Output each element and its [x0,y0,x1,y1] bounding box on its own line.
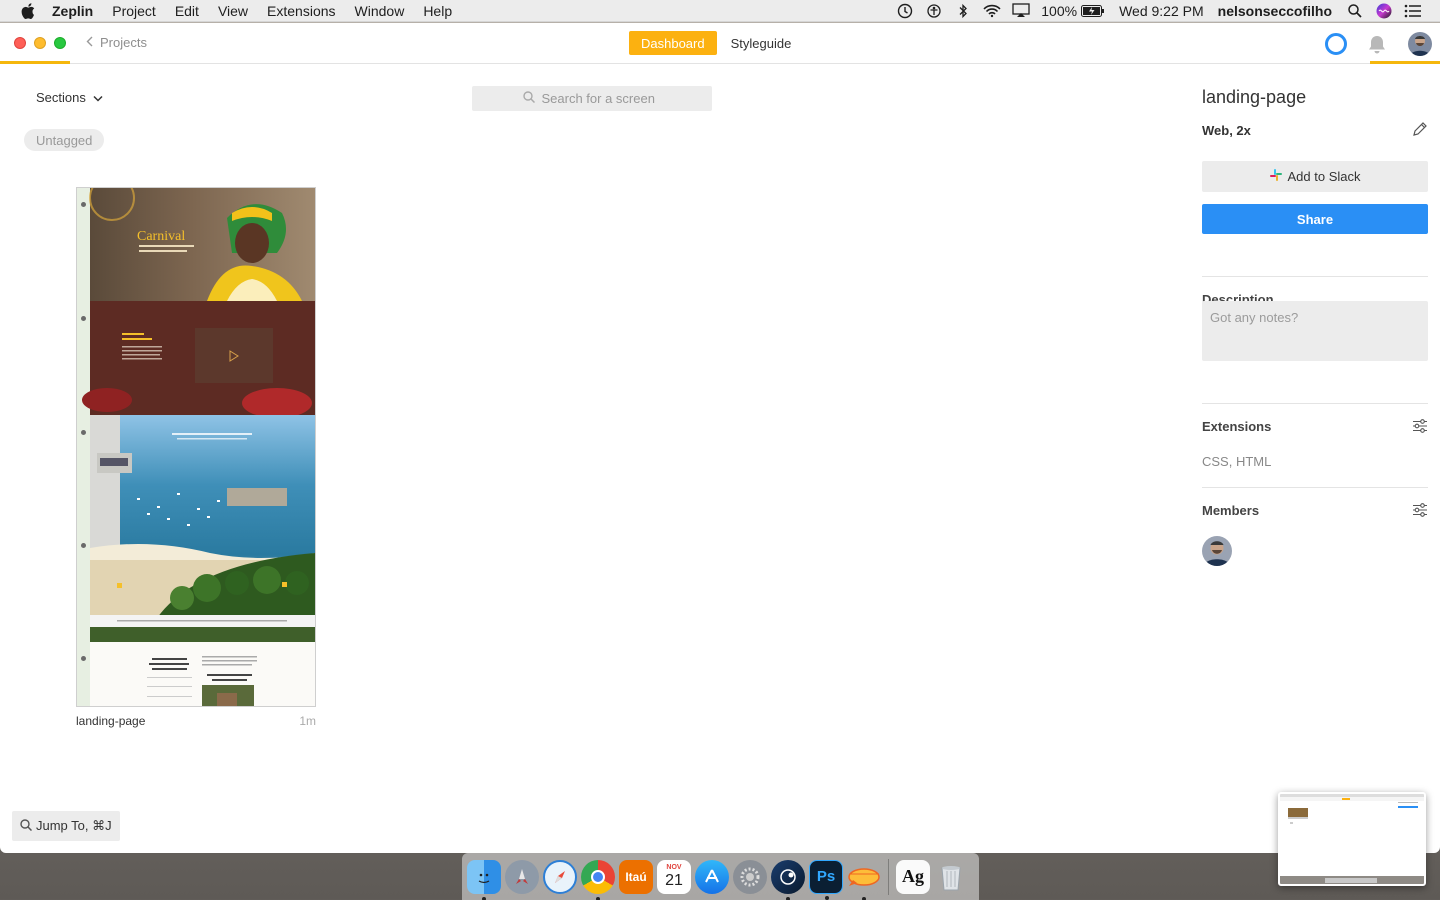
search-input[interactable] [541,91,662,106]
add-to-slack-button[interactable]: Add to Slack [1202,161,1428,192]
font-book-icon[interactable]: Ag [896,859,930,894]
calendar-icon[interactable]: NOV 21 [657,859,691,894]
running-indicator [786,896,790,900]
airplay-icon[interactable] [1012,3,1030,19]
search-icon [20,818,33,834]
tab-dashboard[interactable]: Dashboard [629,31,717,55]
running-indicator [482,896,486,900]
chevron-down-icon [93,90,103,105]
jump-to-label: Jump To, ⌘J [36,818,112,833]
window-minimize-button[interactable] [34,37,46,49]
zeplin-window: Projects Dashboard Styleguide Sections S… [0,23,1440,853]
jump-to-button[interactable]: Jump To, ⌘J [12,811,120,841]
spotlight-icon[interactable] [1346,3,1364,19]
calendar-day: 21 [665,871,683,889]
screen-updated-time: 1m [299,714,316,728]
bluetooth-icon[interactable] [954,3,972,19]
slack-icon [1269,169,1282,184]
zeplin-icon[interactable] [847,860,881,900]
menu-project[interactable]: Project [112,3,156,19]
sections-label: Sections [36,90,86,105]
notification-center-icon[interactable] [1404,3,1422,19]
notifications-bell-icon[interactable] [1366,33,1388,55]
calendar-month: NOV [666,863,682,871]
sections-dropdown[interactable]: Sections [36,90,103,105]
menu-help[interactable]: Help [423,3,452,19]
menu-window[interactable]: Window [355,3,405,19]
dock-separator [888,858,889,895]
app-store-icon[interactable] [695,859,729,894]
chrome-icon[interactable] [581,859,615,900]
window-maximize-button[interactable] [54,37,66,49]
screen-title[interactable]: landing-page [1202,87,1306,108]
extensions-heading: Extensions [1202,419,1272,434]
extensions-list: CSS, HTML [1202,454,1272,469]
battery-percent[interactable]: 100% [1041,3,1077,19]
steam-icon[interactable] [771,859,805,900]
chevron-left-icon [86,35,93,50]
itau-label: Itaú [625,869,647,884]
back-to-projects-link[interactable]: Projects [86,35,147,50]
description-placeholder: Got any notes? [1210,310,1299,325]
photoshop-icon[interactable]: Ps [809,859,843,900]
activity-ring-icon[interactable] [1325,32,1347,55]
user-name[interactable]: nelsonseccofilho [1218,3,1332,19]
menu-extensions[interactable]: Extensions [267,3,335,19]
siri-icon[interactable] [1375,3,1393,19]
dashboard-main: Sections Untagged [0,64,1172,853]
sidebar-divider [1202,276,1428,277]
view-tabs: Dashboard Styleguide [629,31,803,55]
screen-meta: landing-page 1m [76,714,316,728]
accessibility-icon[interactable] [925,3,943,19]
wifi-icon[interactable] [983,3,1001,19]
safari-icon[interactable] [543,859,577,894]
running-indicator [596,896,600,900]
share-button[interactable]: Share [1202,204,1428,234]
titlebar-actions [1325,23,1440,64]
menu-view[interactable]: View [218,3,248,19]
screen-card[interactable]: Carnival landing-page 1m [76,187,316,728]
clock[interactable]: Wed 9:22 PM [1119,3,1204,19]
timemachine-icon[interactable] [896,3,914,19]
svg-text:Carnival: Carnival [137,229,185,244]
user-avatar[interactable] [1408,31,1432,56]
screen-thumbnail[interactable]: Carnival [76,187,316,707]
edit-pencil-icon[interactable] [1412,121,1428,137]
macos-menubar: Zeplin Project Edit View Extensions Wind… [0,0,1440,22]
screen-search[interactable] [472,86,712,111]
photoshop-label: Ps [816,868,836,885]
members-heading: Members [1202,503,1260,518]
platform-density: Web, 2x [1202,123,1251,138]
running-indicator [862,896,866,900]
trash-icon[interactable] [934,860,968,894]
description-field[interactable]: Got any notes? [1202,301,1428,361]
window-close-button[interactable] [14,37,26,49]
search-icon [522,91,535,106]
launchpad-icon[interactable] [505,859,539,894]
screen-name: landing-page [76,714,146,728]
extensions-settings-icon[interactable] [1412,418,1428,434]
tab-styleguide[interactable]: Styleguide [719,31,804,55]
add-to-slack-label: Add to Slack [1287,169,1361,184]
macos-dock: Itaú NOV 21 Ps Ag [462,853,979,900]
member-avatar[interactable] [1202,536,1232,566]
screenshot-thumbnail[interactable] [1278,792,1426,886]
finder-icon[interactable] [467,859,501,900]
menu-edit[interactable]: Edit [175,3,199,19]
apple-icon[interactable] [18,1,38,21]
sidebar-divider [1202,403,1428,404]
members-settings-icon[interactable] [1412,502,1428,518]
running-indicator [825,895,829,900]
tag-untagged[interactable]: Untagged [24,129,105,151]
battery-icon[interactable] [1081,3,1105,19]
itau-icon[interactable]: Itaú [619,859,653,894]
window-titlebar: Projects Dashboard Styleguide [0,23,1440,64]
back-link-label: Projects [100,35,147,50]
sidebar-divider [1202,487,1428,488]
titlebar-accent-right [1370,61,1440,64]
system-preferences-icon[interactable] [733,859,767,894]
fontbook-label: Ag [902,866,924,886]
menu-app-name[interactable]: Zeplin [52,3,93,19]
